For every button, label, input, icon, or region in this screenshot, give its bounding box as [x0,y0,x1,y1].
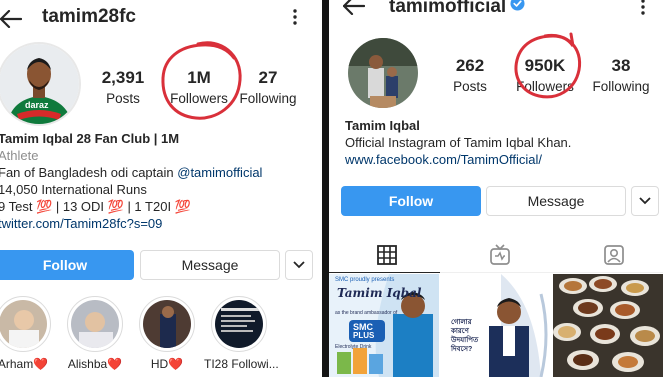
screenshot-divider [322,0,329,377]
profile-header: tamim28fc [0,0,322,34]
highlight-image [71,300,119,348]
mention-link[interactable]: @tamimofficial [177,165,262,180]
category-label: Athlete [0,148,39,163]
stat-following[interactable]: 27 Following [228,68,308,106]
bio-line-2: 14,050 International Runs [0,182,147,197]
post-thumbnail[interactable]: SMC proudly presents Tamim Iqbal as the … [329,274,439,377]
chevron-down-icon [293,261,305,269]
back-arrow-icon[interactable] [343,0,365,15]
message-button[interactable]: Message [140,250,280,280]
verified-badge-icon [510,0,525,11]
active-tab-indicator [329,272,440,273]
bio-line-3: 9 Test 💯 | 13 ODI 💯 | 1 T20I 💯 [0,199,191,214]
igtv-icon[interactable] [489,244,511,266]
suggested-dropdown-button[interactable] [631,186,659,216]
more-options-icon[interactable] [640,0,646,15]
bio-link[interactable]: twitter.com/Tamim28fc?s=09 [0,215,262,232]
signature-text: Tamim Iqbal [337,286,422,300]
highlight-image [143,300,191,348]
stat-followers[interactable]: 950K Followers [505,56,585,94]
bio-link[interactable]: www.facebook.com/TamimOfficial/ [345,151,571,168]
suggested-dropdown-button[interactable] [285,250,313,280]
post-thumbnail[interactable] [553,274,663,377]
highlight-item[interactable]: TI28 Followi... [204,296,279,371]
bio-line-1: Fan of Bangladesh odi captain @tamimoffi… [0,165,263,180]
bio-block: Tamim Iqbal Official Instagram of Tamim … [345,117,571,168]
highlight-item[interactable]: Arham❤️ [0,296,58,371]
message-button[interactable]: Message [486,186,626,216]
avatar-sponsor-text: daraz [25,100,49,110]
bio-block: Tamim Iqbal 28 Fan Club | 1M Athlete Fan… [0,130,262,232]
display-name: Tamim Iqbal [345,118,420,133]
stat-posts[interactable]: 2,391 Posts [83,68,163,106]
highlight-item[interactable]: Alishba❤️ [60,296,130,371]
username: tamimofficial [389,0,507,17]
profile-header: tamimofficial [329,0,663,34]
highlight-image [0,300,47,348]
right-profile-screenshot: tamimofficial 262 Posts 950K Followers 3… [329,0,663,377]
chevron-down-icon [639,197,651,205]
left-profile-screenshot: tamim28fc daraz 2,391 Posts 1M Followers… [0,0,322,377]
username: tamim28fc [42,6,136,27]
more-options-icon[interactable] [292,9,298,25]
post-thumbnail[interactable]: গোলার কারণে উদযাপিত দিবসে? [441,274,551,377]
highlight-item[interactable]: HD❤️ [132,296,202,371]
profile-avatar[interactable] [348,38,418,108]
post-bangla-text: গোলার কারণে উদযাপিত দিবসে? [451,319,479,353]
stat-followers[interactable]: 1M Followers [159,68,239,106]
back-arrow-icon[interactable] [0,10,22,28]
username-row: tamimofficial [389,0,525,18]
highlight-image [215,300,263,348]
follow-button[interactable]: Follow [341,186,481,216]
grid-icon[interactable] [376,244,398,266]
stat-following[interactable]: 38 Following [581,56,661,94]
profile-tabs [329,237,663,273]
follow-button[interactable]: Follow [0,250,134,280]
profile-avatar[interactable]: daraz [0,42,81,126]
display-name: Tamim Iqbal 28 Fan Club | 1M [0,131,180,146]
stat-posts[interactable]: 262 Posts [430,56,510,94]
tagged-icon[interactable] [603,244,625,266]
bio-description: Official Instagram of Tamim Iqbal Khan. [345,135,572,150]
